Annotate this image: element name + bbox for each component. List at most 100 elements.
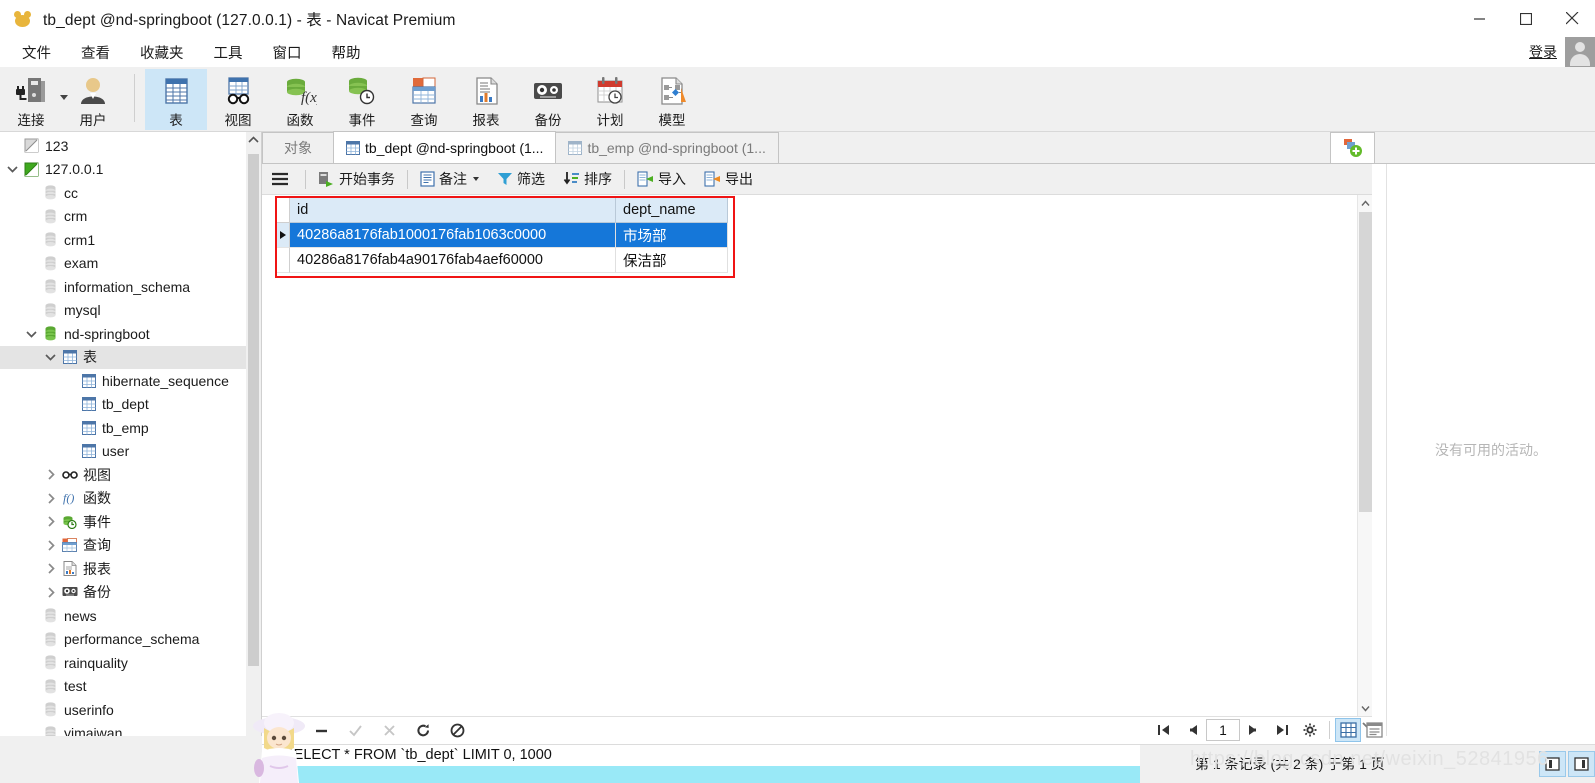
column-header-dept_name[interactable]: dept_name <box>616 197 728 223</box>
tree-twisty-icon[interactable] <box>23 330 40 338</box>
sidebar-item-news[interactable]: news <box>0 604 261 628</box>
tree-twisty-icon[interactable] <box>4 165 21 173</box>
login-link[interactable]: 登录 <box>1529 42 1557 62</box>
sidebar-item-test[interactable]: test <box>0 675 261 699</box>
page-number-input[interactable]: 1 <box>1206 719 1240 741</box>
note-button[interactable]: 备注 <box>411 164 488 195</box>
tab-tb-dept[interactable]: tb_dept @nd-springboot (1... <box>333 131 557 163</box>
sidebar-scrollbar[interactable] <box>246 132 261 736</box>
tree-twisty-icon[interactable] <box>42 587 59 598</box>
toolbar-button-user[interactable]: 用户 <box>62 69 124 130</box>
tree-twisty-icon[interactable] <box>42 493 59 504</box>
scroll-up-icon[interactable] <box>246 132 261 148</box>
sidebar-scroll-thumb[interactable] <box>248 154 259 666</box>
sidebar-item-performance_schema[interactable]: performance_schema <box>0 628 261 652</box>
sidebar-item-nd-springboot[interactable]: nd-springboot <box>0 322 261 346</box>
sidebar-item--[interactable]: 表 <box>0 345 261 369</box>
sidebar-item-tb_dept[interactable]: tb_dept <box>0 393 261 417</box>
menu-item-help[interactable]: 帮助 <box>320 39 373 66</box>
refresh-icon[interactable] <box>416 723 431 738</box>
sidebar-item--[interactable]: 事件 <box>0 510 261 534</box>
previous-page-button[interactable] <box>1178 717 1206 743</box>
show-right-panel-button[interactable] <box>1568 751 1595 777</box>
toolbar-button-view[interactable]: 视图 <box>207 69 269 130</box>
close-button[interactable] <box>1549 0 1595 37</box>
form-view-button[interactable] <box>1361 718 1387 742</box>
toolbar-button-table[interactable]: 表 <box>145 69 207 130</box>
table-row[interactable]: 40286a8176fab4a90176fab4aef60000 保洁部 <box>276 248 728 273</box>
pager-settings-button[interactable] <box>1296 717 1324 743</box>
sidebar-item-rainquality[interactable]: rainquality <box>0 651 261 675</box>
avatar[interactable] <box>1565 37 1595 67</box>
cell-id[interactable]: 40286a8176fab4a90176fab4aef60000 <box>290 248 616 273</box>
cell-id[interactable]: 40286a8176fab1000176fab1063c0000 <box>290 223 616 248</box>
add-record-icon[interactable] <box>280 723 295 738</box>
tree-twisty-icon[interactable] <box>42 516 59 527</box>
menu-item-file[interactable]: 文件 <box>10 39 63 66</box>
sidebar-item--[interactable]: 视图 <box>0 463 261 487</box>
grid-menu-button[interactable] <box>262 164 302 195</box>
sidebar-item--[interactable]: 报表 <box>0 557 261 581</box>
minimize-button[interactable] <box>1457 0 1503 37</box>
toolbar-button-report[interactable]: 报表 <box>455 69 517 130</box>
menu-item-window[interactable]: 窗口 <box>261 39 314 66</box>
tab-objects[interactable]: 对象 <box>262 132 334 163</box>
import-button[interactable]: 导入 <box>628 164 695 195</box>
sidebar-item-exam[interactable]: exam <box>0 252 261 276</box>
data-grid[interactable]: id dept_name 40286a8176fab1000176fab1063c0… <box>276 197 728 273</box>
row-selector[interactable] <box>276 248 290 273</box>
toolbar-button-backup[interactable]: 备份 <box>517 69 579 130</box>
chevron-down-icon[interactable] <box>473 177 479 181</box>
grid-scroll-thumb[interactable] <box>1359 212 1372 512</box>
last-page-button[interactable] <box>1268 717 1296 743</box>
toolbar-button-event[interactable]: 事件 <box>331 69 393 130</box>
scroll-down-icon[interactable] <box>1358 700 1373 716</box>
column-header-id[interactable]: id <box>290 197 616 223</box>
row-selector[interactable] <box>276 223 290 248</box>
grid-view-button[interactable] <box>1335 718 1361 742</box>
sidebar-item-information_schema[interactable]: information_schema <box>0 275 261 299</box>
export-button[interactable]: 导出 <box>695 164 762 195</box>
next-page-button[interactable] <box>1240 717 1268 743</box>
sidebar-item-userinfo[interactable]: userinfo <box>0 698 261 722</box>
sidebar-item-mysql[interactable]: mysql <box>0 299 261 323</box>
tree-twisty-icon[interactable] <box>42 353 59 361</box>
cell-dept-name[interactable]: 市场部 <box>616 223 728 248</box>
cell-dept-name[interactable]: 保洁部 <box>616 248 728 273</box>
sidebar-item--[interactable]: 备份 <box>0 581 261 605</box>
toolbar-button-query[interactable]: 查询 <box>393 69 455 130</box>
tree-twisty-icon[interactable] <box>42 540 59 551</box>
sidebar-item-tb_emp[interactable]: tb_emp <box>0 416 261 440</box>
toolbar-button-function[interactable]: f(x) 函数 <box>269 69 331 130</box>
new-query-tab-button[interactable] <box>1330 132 1375 163</box>
first-page-button[interactable] <box>1150 717 1178 743</box>
sidebar-item-yimaiwan[interactable]: yimaiwan <box>0 722 261 736</box>
begin-transaction-button[interactable]: 开始事务 <box>309 164 404 195</box>
table-row[interactable]: 40286a8176fab1000176fab1063c0000 市场部 <box>276 223 728 248</box>
show-left-panel-button[interactable] <box>1539 751 1566 777</box>
toolbar-button-model[interactable]: 模型 <box>641 69 703 130</box>
menu-item-view[interactable]: 查看 <box>69 39 122 66</box>
tree-twisty-icon[interactable] <box>42 563 59 574</box>
tab-tb-emp[interactable]: tb_emp @nd-springboot (1... <box>555 132 779 163</box>
remove-record-icon[interactable] <box>314 723 329 738</box>
sidebar-item-crm1[interactable]: crm1 <box>0 228 261 252</box>
sidebar-item-123[interactable]: 123 <box>0 134 261 158</box>
database-tree-sidebar[interactable]: 123 127.0.0.1 cc crm crm1 exam information_sch… <box>0 132 262 736</box>
toolbar-button-connection[interactable]: 连接 <box>0 69 68 130</box>
sidebar-item-127-0-0-1[interactable]: 127.0.0.1 <box>0 158 261 182</box>
maximize-button[interactable] <box>1503 0 1549 37</box>
menu-item-tools[interactable]: 工具 <box>202 39 255 66</box>
sidebar-item--[interactable]: 查询 <box>0 534 261 558</box>
menu-item-favorites[interactable]: 收藏夹 <box>128 39 196 66</box>
sort-button[interactable]: 排序 <box>554 164 621 195</box>
tree-twisty-icon[interactable] <box>42 469 59 480</box>
stop-icon[interactable] <box>450 723 465 738</box>
sidebar-item-crm[interactable]: crm <box>0 205 261 229</box>
sidebar-item-cc[interactable]: cc <box>0 181 261 205</box>
toolbar-button-schedule[interactable]: 计划 <box>579 69 641 130</box>
filter-button[interactable]: 筛选 <box>488 164 554 195</box>
sidebar-item--[interactable]: f() 函数 <box>0 487 261 511</box>
scroll-up-icon[interactable] <box>1358 195 1372 211</box>
sidebar-item-user[interactable]: user <box>0 440 261 464</box>
